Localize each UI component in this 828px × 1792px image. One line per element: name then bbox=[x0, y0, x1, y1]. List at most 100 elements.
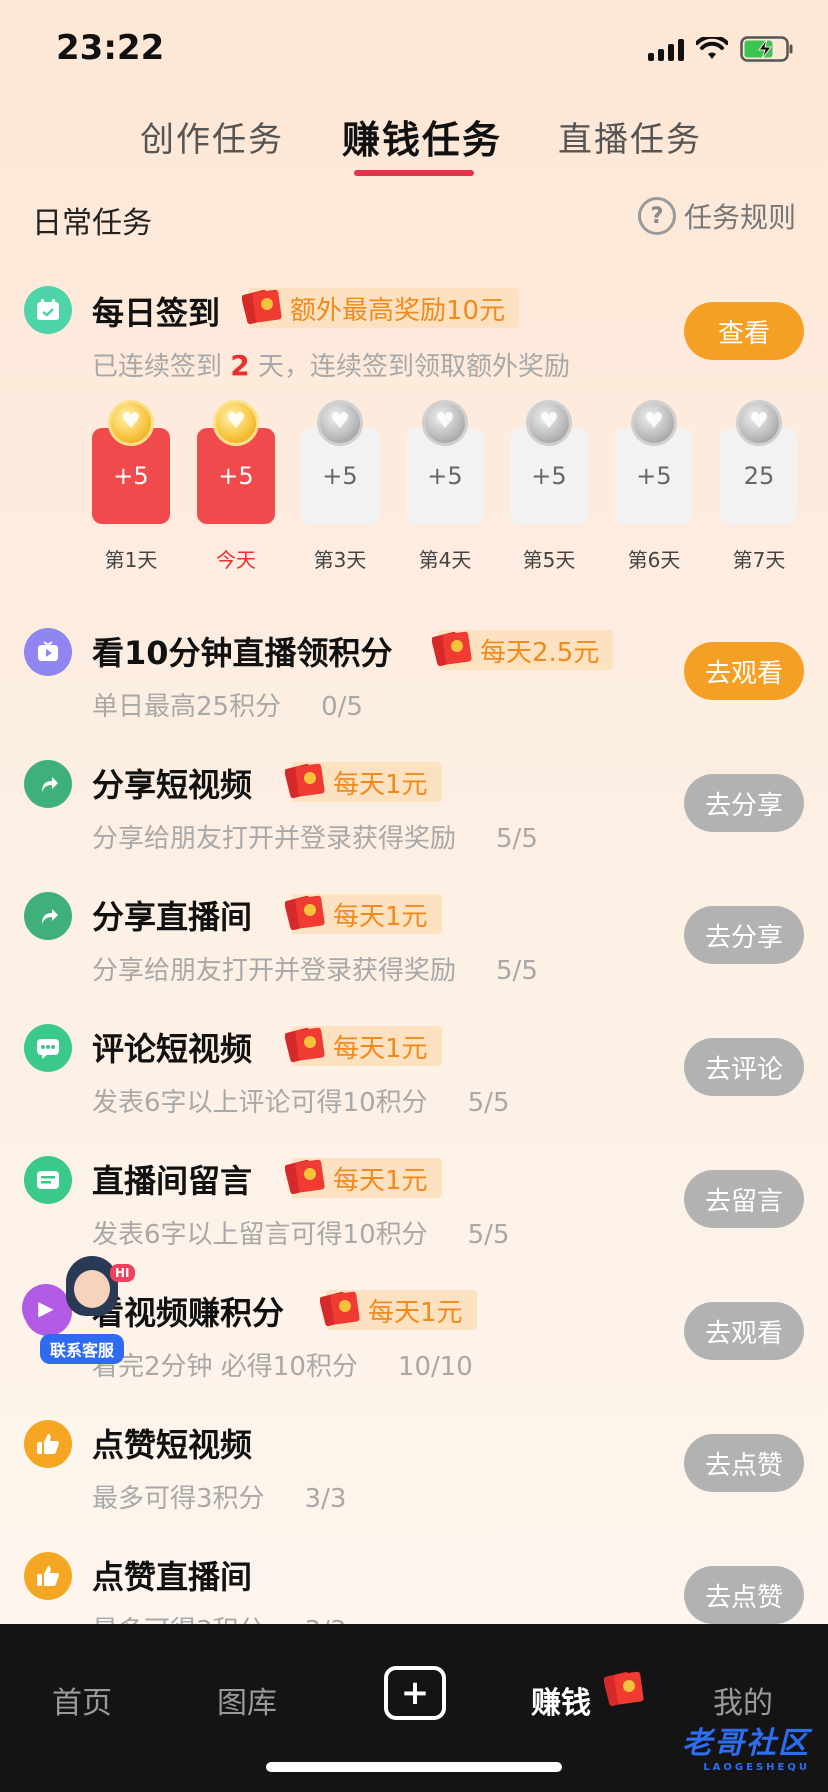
share-icon bbox=[24, 760, 72, 808]
checkin-day-3: +5 bbox=[301, 400, 379, 524]
task-description: 最多可得3积分 3/3 bbox=[92, 1478, 346, 1515]
status-time: 23:22 bbox=[56, 28, 165, 68]
reward-text: 每天1元 bbox=[333, 769, 428, 800]
reward-text: 每天1元 bbox=[333, 1165, 428, 1196]
day-label: 第3天 bbox=[313, 548, 367, 572]
gold-coin-icon bbox=[213, 400, 259, 446]
reward-tag: 每天1元 bbox=[285, 1158, 442, 1198]
share-icon bbox=[24, 892, 72, 940]
task-description: 单日最高25积分 0/5 bbox=[92, 686, 363, 723]
task-description: 发表6字以上留言可得10积分 5/5 bbox=[92, 1214, 509, 1251]
silver-coin-icon bbox=[422, 400, 468, 446]
checkin-sub-prefix: 已连续签到 bbox=[92, 352, 223, 382]
customer-service-float[interactable]: ▶ HI 联系客服 bbox=[22, 1256, 142, 1364]
task-desc-text: 发表6字以上留言可得10积分 bbox=[92, 1220, 428, 1250]
tv-icon bbox=[24, 628, 72, 676]
reward-text: 每天1元 bbox=[333, 1033, 428, 1064]
day-label: 第5天 bbox=[522, 548, 576, 572]
red-envelope-icon bbox=[604, 1671, 644, 1707]
plus-icon: + bbox=[400, 1673, 430, 1713]
create-button[interactable]: + bbox=[384, 1666, 446, 1720]
task-action-button[interactable]: 去观看 bbox=[684, 1302, 804, 1360]
watermark-sub: LAOGESHEQU bbox=[703, 1762, 810, 1773]
day-value: +5 bbox=[427, 462, 463, 490]
cellular-signal-icon bbox=[648, 37, 684, 61]
battery-charging-icon bbox=[740, 36, 793, 62]
watermark-logo: 老哥社区 LAOGESHEQU bbox=[682, 1718, 810, 1773]
task-rules-label: 任务规则 bbox=[683, 201, 796, 234]
day-label: 第1天 bbox=[104, 548, 158, 572]
task-title: 分享直播间 bbox=[92, 898, 253, 936]
tab-live-tasks[interactable]: 直播任务 bbox=[558, 112, 702, 161]
reward-text: 每天2.5元 bbox=[480, 637, 600, 668]
watermark-text: 老哥社区 bbox=[682, 1726, 810, 1761]
task-desc-text: 发表6字以上评论可得10积分 bbox=[92, 1088, 428, 1118]
tab-earning-tasks[interactable]: 赚钱任务 bbox=[342, 109, 502, 164]
reward-tag: 每天1元 bbox=[320, 1290, 477, 1330]
task-action-button[interactable]: 去分享 bbox=[684, 906, 804, 964]
help-icon: ? bbox=[637, 197, 676, 235]
reward-text: 每天1元 bbox=[368, 1297, 463, 1328]
task-desc-text: 单日最高25积分 bbox=[92, 692, 282, 722]
day-label: 第7天 bbox=[732, 548, 786, 572]
red-envelope-icon bbox=[285, 1159, 325, 1195]
task-progress: 5/5 bbox=[467, 1220, 510, 1250]
thumbs-up-icon bbox=[24, 1420, 72, 1468]
checkin-day-5: +5 bbox=[510, 400, 588, 524]
calendar-icon bbox=[24, 286, 72, 334]
bottom-nav: 首页 图库 + 赚钱 我的 老哥社区 LAOGESHEQU bbox=[0, 1624, 828, 1792]
active-tab-indicator bbox=[354, 170, 474, 176]
task-action-button[interactable]: 去评论 bbox=[684, 1038, 804, 1096]
task-description: 看完2分钟 必得10积分 10/10 bbox=[92, 1346, 473, 1383]
tab-creation-tasks[interactable]: 创作任务 bbox=[140, 112, 284, 161]
reward-tag: 每天1元 bbox=[285, 894, 442, 934]
red-envelope-icon bbox=[320, 1291, 360, 1327]
checkin-day-4: +5 bbox=[406, 400, 484, 524]
home-indicator bbox=[266, 1762, 562, 1772]
reward-tag: 每天1元 bbox=[285, 1026, 442, 1066]
hi-badge: HI bbox=[110, 1264, 135, 1282]
task-progress: 5/5 bbox=[467, 1088, 510, 1118]
task-description: 分享给朋友打开并登录获得奖励 5/5 bbox=[92, 950, 538, 987]
task-desc-text: 分享给朋友打开并登录获得奖励 bbox=[92, 824, 457, 854]
task-desc-text: 分享给朋友打开并登录获得奖励 bbox=[92, 956, 457, 986]
day-value: +5 bbox=[113, 462, 149, 490]
reward-text: 每天1元 bbox=[333, 901, 428, 932]
comment-icon bbox=[24, 1024, 72, 1072]
task-progress: 10/10 bbox=[397, 1352, 473, 1382]
checkin-day-2: +5 bbox=[197, 400, 275, 524]
red-envelope-icon bbox=[285, 1027, 325, 1063]
nav-earn[interactable]: 赚钱 bbox=[531, 1678, 591, 1722]
task-desc-text: 最多可得3积分 bbox=[92, 1484, 265, 1514]
day-value: +5 bbox=[636, 462, 672, 490]
wifi-icon bbox=[696, 37, 728, 59]
task-progress: 0/5 bbox=[321, 692, 363, 722]
checkin-day-6: +5 bbox=[615, 400, 693, 524]
nav-home[interactable]: 首页 bbox=[52, 1678, 112, 1722]
checkin-sub-suffix: 天，连续签到领取额外奖励 bbox=[258, 352, 571, 382]
nav-gallery[interactable]: 图库 bbox=[217, 1678, 277, 1722]
task-title: 直播间留言 bbox=[92, 1162, 253, 1200]
reward-tag: 每天2.5元 bbox=[432, 630, 614, 670]
view-checkin-button[interactable]: 查看 bbox=[684, 302, 804, 360]
red-envelope-icon bbox=[285, 895, 325, 931]
silver-coin-icon bbox=[631, 400, 677, 446]
task-action-button[interactable]: 去点赞 bbox=[684, 1434, 804, 1492]
task-action-button[interactable]: 去留言 bbox=[684, 1170, 804, 1228]
nav-mine[interactable]: 我的 bbox=[713, 1678, 773, 1722]
silver-coin-icon bbox=[736, 400, 782, 446]
task-title: 分享短视频 bbox=[92, 766, 253, 804]
silver-coin-icon bbox=[526, 400, 572, 446]
task-title: 每日签到 bbox=[92, 294, 221, 332]
day-label-today: 今天 bbox=[216, 548, 256, 572]
task-title: 点赞短视频 bbox=[92, 1426, 253, 1464]
task-rules-link[interactable]: ? 任务规则 bbox=[637, 196, 796, 236]
task-title: 看10分钟直播领积分 bbox=[92, 634, 393, 672]
red-envelope-icon bbox=[432, 631, 472, 667]
task-description: 发表6字以上评论可得10积分 5/5 bbox=[92, 1082, 509, 1119]
checkin-days: +5 第1天 +5 今天 +5 第3天 +5 第4天 +5 第5天 +5 第6天… bbox=[92, 400, 802, 574]
day-label: 第4天 bbox=[418, 548, 472, 572]
task-action-button[interactable]: 去点赞 bbox=[684, 1566, 804, 1624]
task-action-button[interactable]: 去观看 bbox=[684, 642, 804, 700]
task-action-button[interactable]: 去分享 bbox=[684, 774, 804, 832]
